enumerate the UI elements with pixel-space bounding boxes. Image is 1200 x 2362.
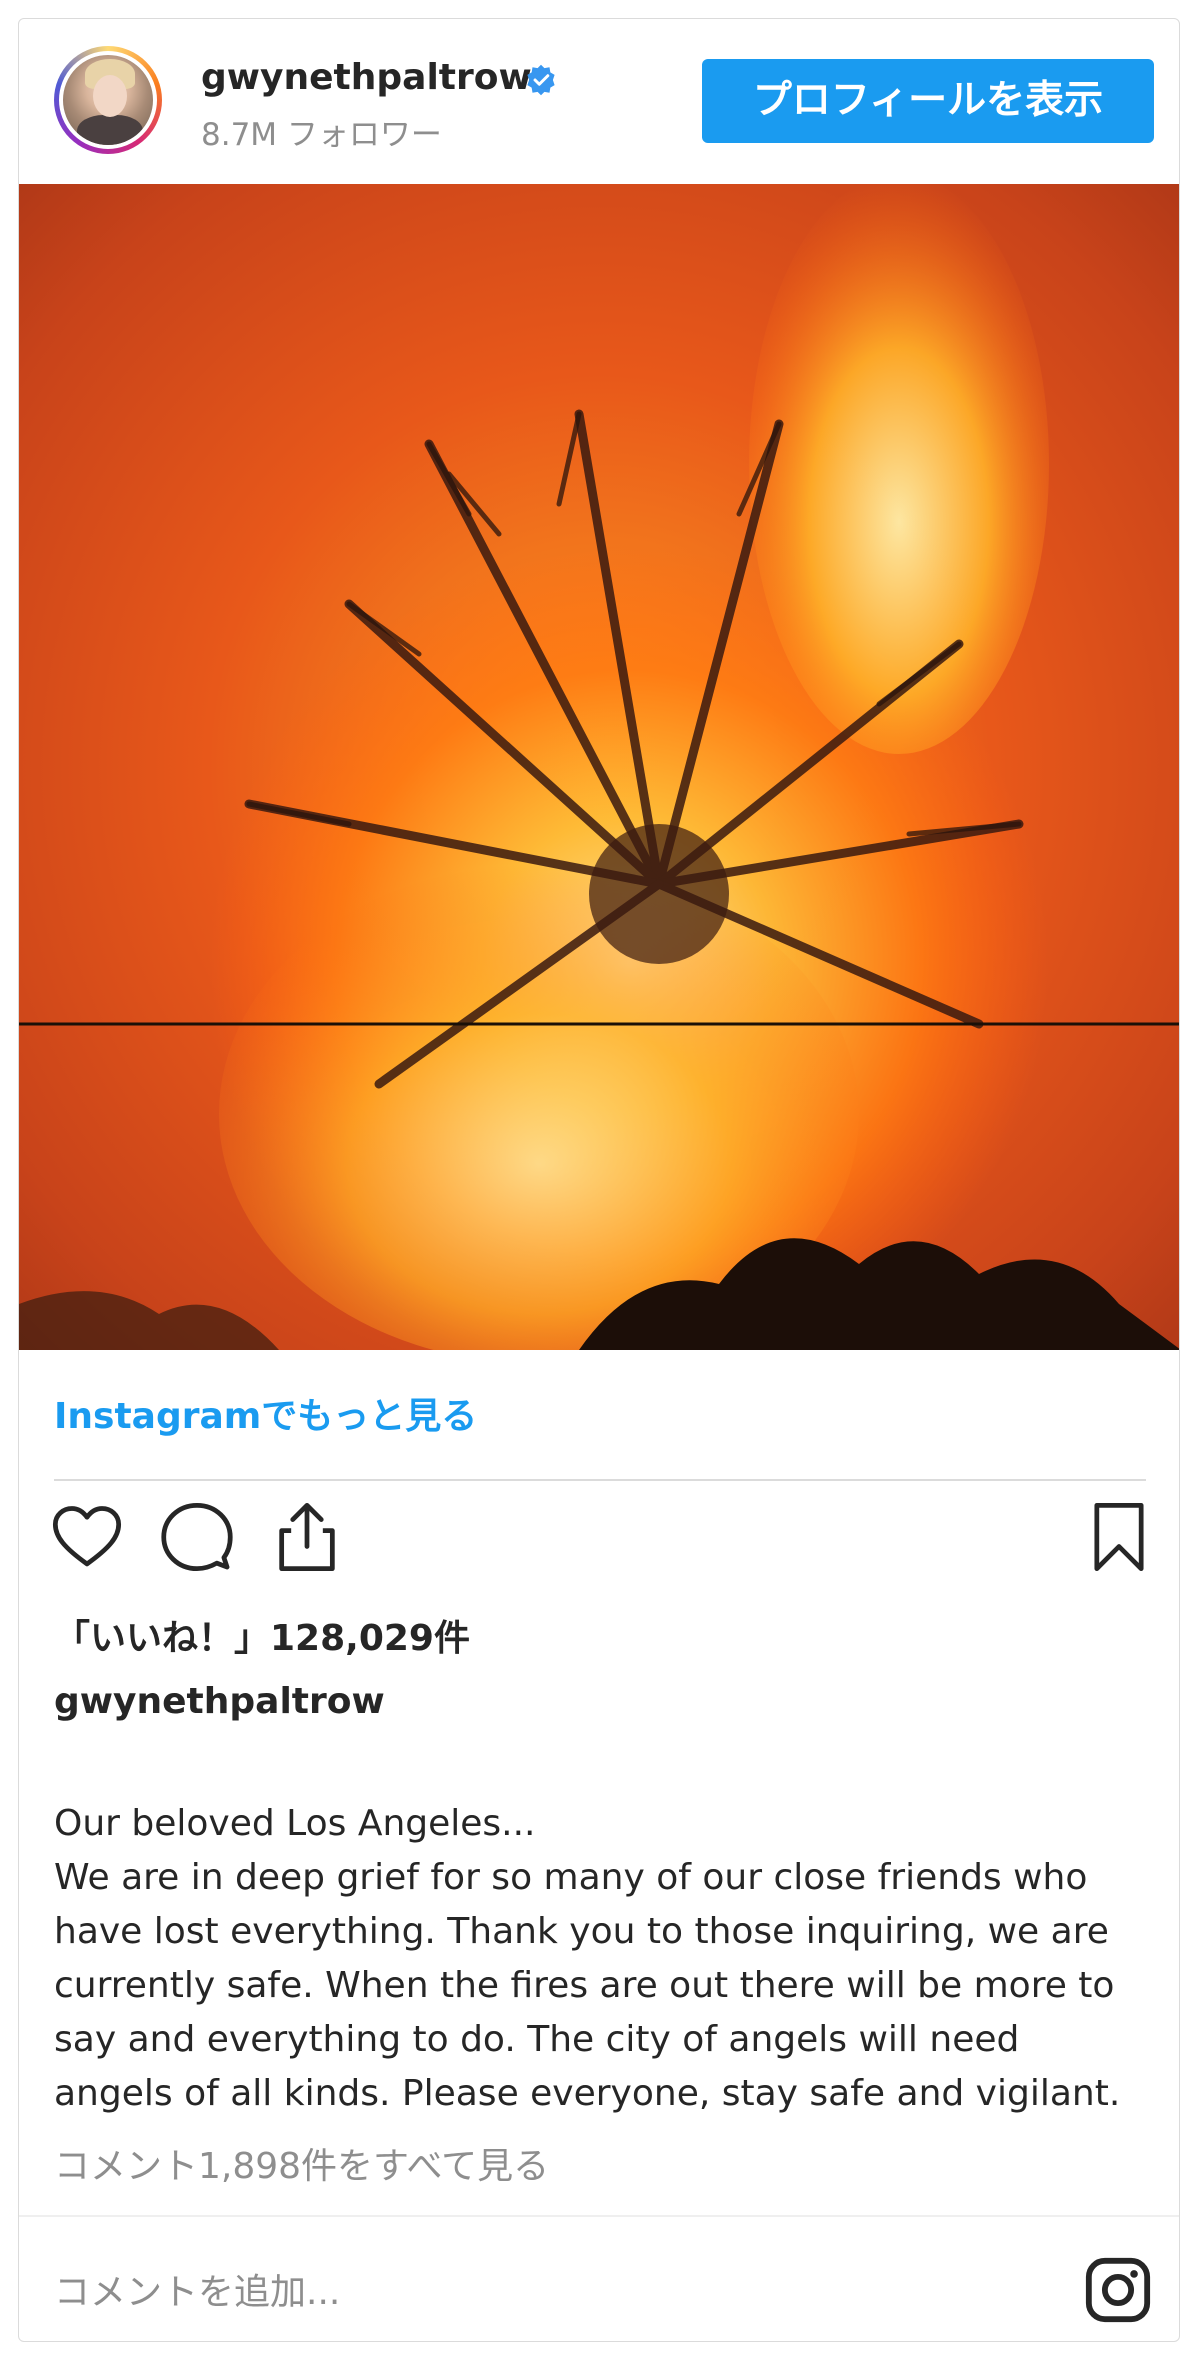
comment-icon[interactable] <box>159 1499 235 1575</box>
follower-count: 8.7M フォロワー <box>201 117 442 153</box>
caption-text: Our beloved Los Angeles... We are in dee… <box>54 1803 1121 2114</box>
instagram-embed-card: gwynethpaltrow 8.7M フォロワー プロフィールを表示 Inst… <box>18 18 1180 2342</box>
like-count: 「いいね！」128,029件 <box>54 1618 470 1659</box>
username[interactable]: gwynethpaltrow <box>201 57 532 98</box>
divider <box>19 2215 1179 2217</box>
caption-username[interactable]: gwynethpaltrow <box>54 1681 385 1722</box>
post-image[interactable] <box>19 184 1179 1350</box>
add-comment-input[interactable]: コメントを追加... <box>54 2263 340 2315</box>
instagram-icon[interactable] <box>1083 2255 1153 2325</box>
view-all-comments-link[interactable]: コメント1,898件をすべて見る <box>54 2137 549 2189</box>
heart-icon[interactable] <box>49 1499 125 1575</box>
avatar[interactable] <box>54 46 162 154</box>
divider <box>54 1479 1146 1481</box>
view-profile-button[interactable]: プロフィールを表示 <box>702 59 1154 143</box>
share-icon[interactable] <box>269 1499 345 1575</box>
view-more-on-instagram-link[interactable]: Instagramでもっと見る <box>54 1387 477 1439</box>
post-header: gwynethpaltrow 8.7M フォロワー プロフィールを表示 <box>19 19 1179 184</box>
verified-badge-icon <box>527 64 555 96</box>
bookmark-icon[interactable] <box>1081 1499 1157 1575</box>
